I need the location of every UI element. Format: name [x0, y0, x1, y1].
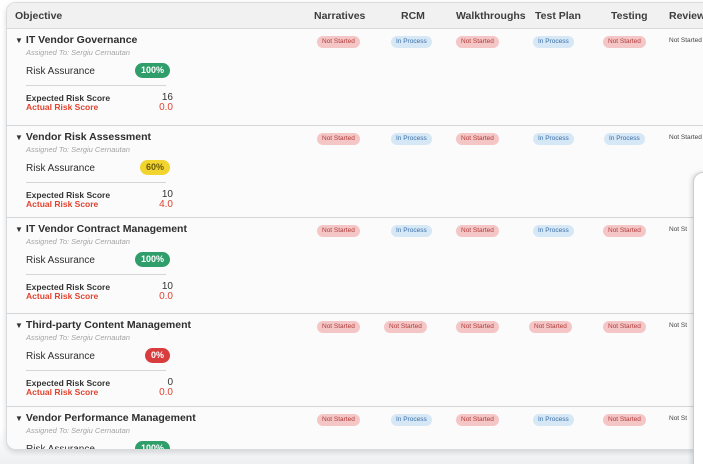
objective-title[interactable]: ▼ Third-party Content Management	[15, 319, 191, 331]
narratives-status-badge[interactable]: Not Started	[317, 414, 360, 426]
test-plan-status-badge[interactable]: In Process	[533, 225, 574, 237]
actual-risk-score-label: Actual Risk Score	[26, 291, 99, 301]
risk-assurance-label: Risk Assurance	[26, 255, 95, 266]
walkthroughs-status-badge[interactable]: Not Started	[456, 321, 499, 333]
rcm-status-badge[interactable]: In Process	[391, 414, 432, 426]
objective-title-text: IT Vendor Contract Management	[25, 223, 187, 235]
testing-status-badge[interactable]: In Process	[604, 133, 645, 145]
risk-assurance-label: Risk Assurance	[26, 351, 95, 362]
objective-title[interactable]: ▼ Vendor Performance Management	[15, 412, 196, 424]
review-status[interactable]: Not Started	[669, 37, 702, 44]
column-header-review[interactable]: Review	[669, 10, 703, 22]
testing-status-badge[interactable]: Not Started	[603, 36, 646, 48]
test-plan-status-badge[interactable]: In Process	[533, 133, 574, 145]
narratives-status-badge[interactable]: Not Started	[317, 133, 360, 145]
divider	[26, 274, 166, 275]
risk-assurance-badge: 100%	[135, 441, 171, 449]
table-row: ▼ Vendor Risk Assessment Assigned To: Ser…	[7, 126, 703, 218]
testing-status-badge[interactable]: Not Started	[603, 321, 646, 333]
column-header-rcm[interactable]: RCM	[401, 10, 425, 22]
divider	[26, 85, 166, 86]
column-header-testing[interactable]: Testing	[611, 10, 648, 22]
column-header-objective[interactable]: Objective	[15, 10, 62, 22]
assigned-to: Assigned To: Sergiu Cernautan	[26, 48, 130, 57]
rcm-status-badge[interactable]: Not Started	[384, 321, 427, 333]
test-plan-status-badge[interactable]: In Process	[533, 414, 574, 426]
review-status[interactable]: Not St	[669, 322, 687, 329]
assigned-to: Assigned To: Sergiu Cernautan	[26, 426, 130, 435]
risk-assurance-badge: 100%	[135, 252, 171, 267]
actual-risk-score-label: Actual Risk Score	[26, 102, 99, 112]
rcm-status-badge[interactable]: In Process	[391, 36, 432, 48]
risk-assurance-badge: 0%	[145, 348, 171, 363]
actual-risk-score-label: Actual Risk Score	[26, 199, 99, 209]
expand-triangle-icon[interactable]: ▼	[15, 225, 23, 234]
divider	[26, 370, 166, 371]
test-plan-status-badge[interactable]: In Process	[533, 36, 574, 48]
objective-title-text: Vendor Performance Management	[25, 412, 196, 424]
testing-status-badge[interactable]: Not Started	[603, 225, 646, 237]
actual-risk-score-value: 0.0	[159, 291, 173, 302]
risk-assurance-label: Risk Assurance	[26, 444, 95, 450]
narratives-status-badge[interactable]: Not Started	[317, 225, 360, 237]
actual-risk-score-value: 4.0	[159, 199, 173, 210]
table-row: ▼ IT Vendor Governance Assigned To: Sergi…	[7, 29, 703, 126]
actual-risk-score-value: 0.0	[159, 387, 173, 398]
table-row: ▼ IT Vendor Contract Management Assigned …	[7, 218, 703, 314]
screen: Objective Narratives RCM Walkthroughs Te…	[0, 0, 703, 464]
risk-assurance-badge: 100%	[135, 63, 171, 78]
divider	[26, 182, 166, 183]
testing-status-badge[interactable]: Not Started	[603, 414, 646, 426]
assigned-to: Assigned To: Sergiu Cernautan	[26, 145, 130, 154]
risk-assurance-badge: 60%	[140, 160, 171, 175]
objective-title[interactable]: ▼ Vendor Risk Assessment	[15, 131, 151, 143]
assigned-to: Assigned To: Sergiu Cernautan	[26, 333, 130, 342]
objectives-table: Objective Narratives RCM Walkthroughs Te…	[6, 2, 703, 450]
expand-triangle-icon[interactable]: ▼	[15, 321, 23, 330]
objective-title[interactable]: ▼ IT Vendor Contract Management	[15, 223, 187, 235]
rcm-status-badge[interactable]: In Process	[391, 133, 432, 145]
rcm-status-badge[interactable]: In Process	[391, 225, 432, 237]
walkthroughs-status-badge[interactable]: Not Started	[456, 225, 499, 237]
table-row: ▼ Third-party Content Management Assigned…	[7, 314, 703, 407]
actual-risk-score-value: 0.0	[159, 102, 173, 113]
expand-triangle-icon[interactable]: ▼	[15, 133, 23, 142]
narratives-status-badge[interactable]: Not Started	[317, 321, 360, 333]
walkthroughs-status-badge[interactable]: Not Started	[456, 36, 499, 48]
assigned-to: Assigned To: Sergiu Cernautan	[26, 237, 130, 246]
review-status[interactable]: Not St	[669, 226, 687, 233]
objective-title[interactable]: ▼ IT Vendor Governance	[15, 34, 137, 46]
risk-assurance-label: Risk Assurance	[26, 163, 95, 174]
actual-risk-score-label: Actual Risk Score	[26, 387, 99, 397]
column-header-test-plan[interactable]: Test Plan	[535, 10, 581, 22]
objective-title-text: IT Vendor Governance	[25, 34, 138, 46]
expand-triangle-icon[interactable]: ▼	[15, 414, 23, 423]
expand-triangle-icon[interactable]: ▼	[15, 36, 23, 45]
narratives-status-badge[interactable]: Not Started	[317, 36, 360, 48]
side-panel[interactable]	[693, 172, 703, 464]
test-plan-status-badge[interactable]: Not Started	[529, 321, 572, 333]
walkthroughs-status-badge[interactable]: Not Started	[456, 414, 499, 426]
objective-title-text: Vendor Risk Assessment	[25, 131, 152, 143]
column-header-narratives[interactable]: Narratives	[314, 10, 365, 22]
table-header: Objective Narratives RCM Walkthroughs Te…	[7, 3, 703, 29]
review-status[interactable]: Not St	[669, 415, 687, 422]
objective-title-text: Third-party Content Management	[25, 319, 192, 331]
column-header-walkthroughs[interactable]: Walkthroughs	[456, 10, 526, 22]
walkthroughs-status-badge[interactable]: Not Started	[456, 133, 499, 145]
table-row: ▼ Vendor Performance Management Assigned …	[7, 407, 703, 450]
review-status[interactable]: Not Started	[669, 134, 702, 141]
risk-assurance-label: Risk Assurance	[26, 66, 95, 77]
